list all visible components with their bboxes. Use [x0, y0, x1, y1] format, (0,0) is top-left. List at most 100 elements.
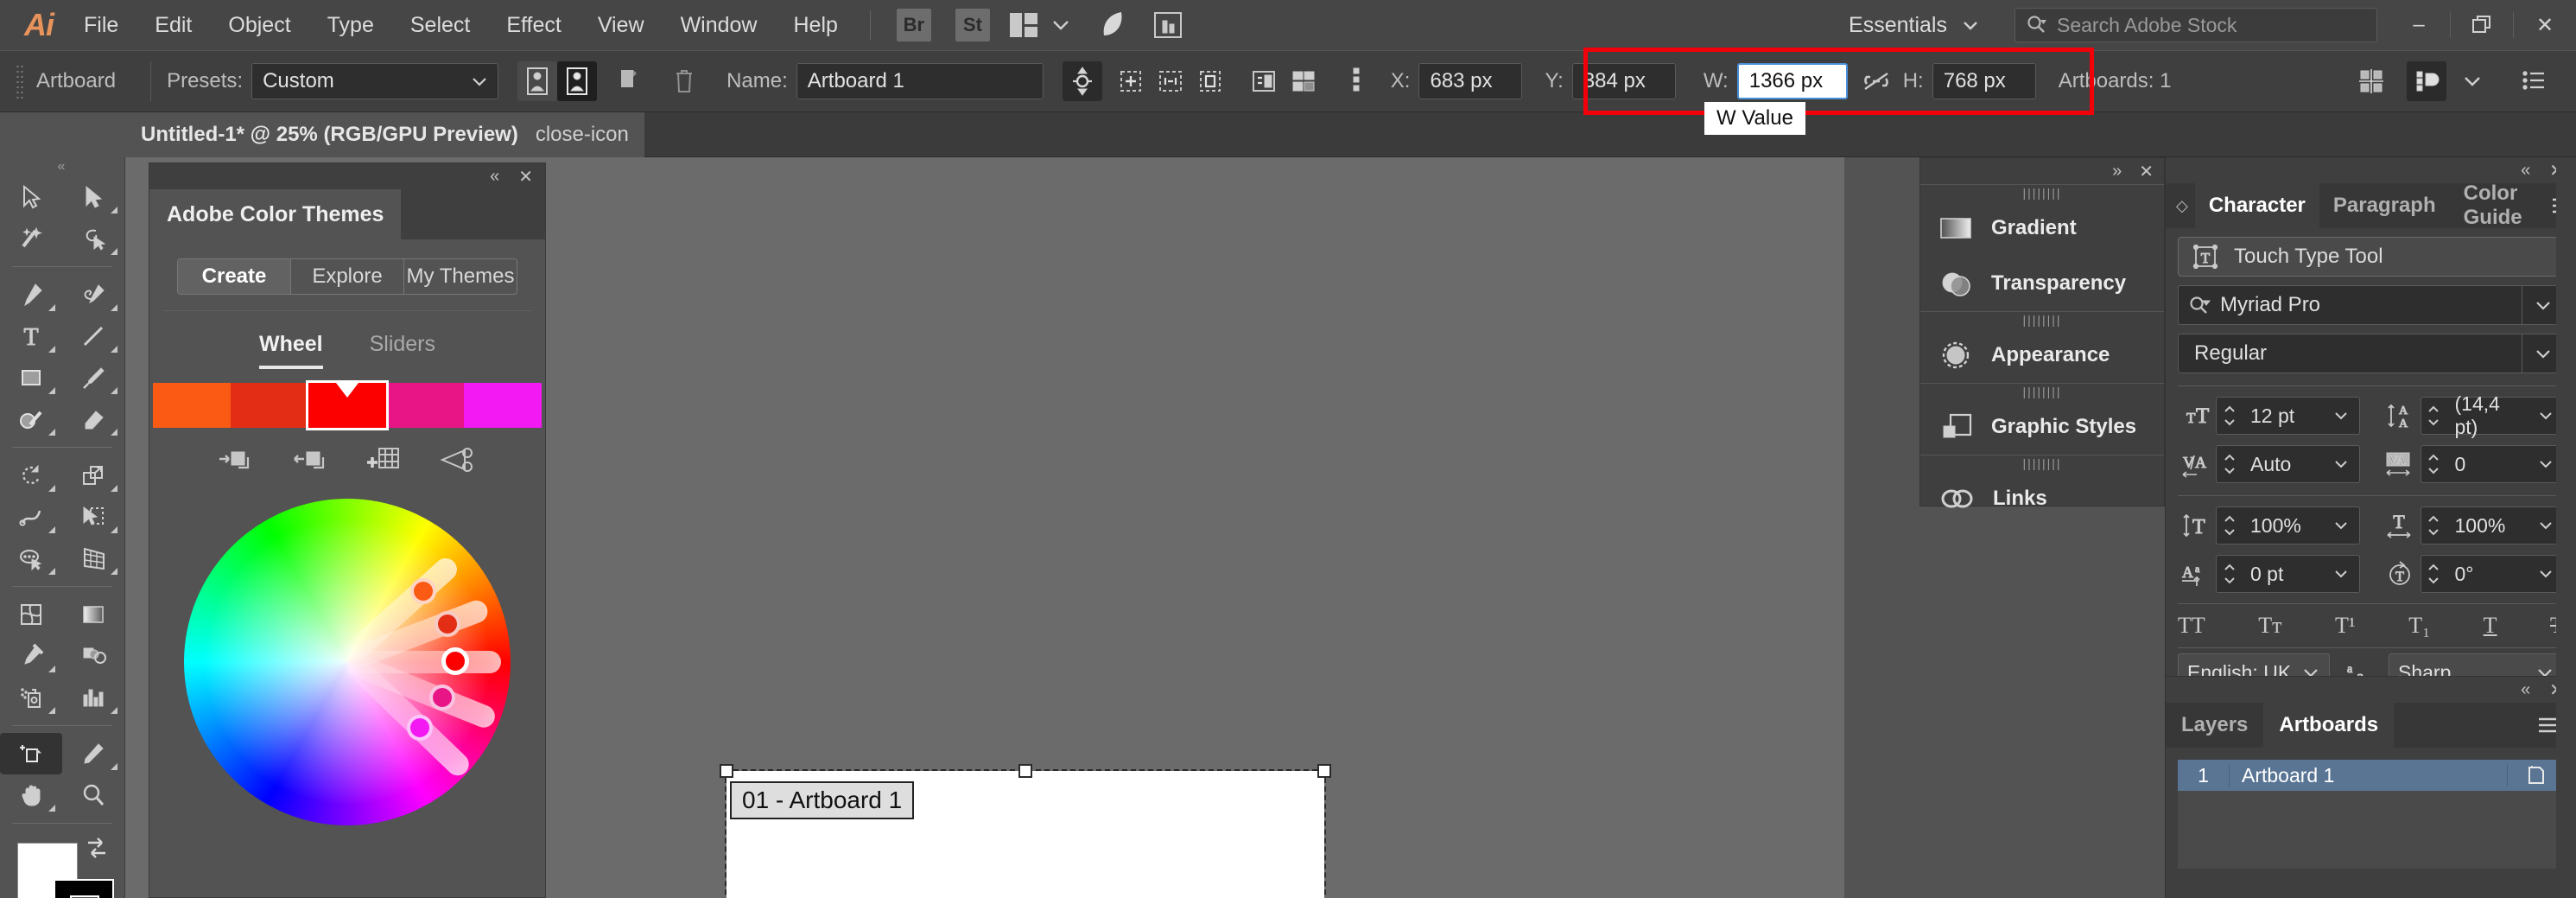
blend-tool[interactable]	[62, 635, 124, 677]
segment-create[interactable]: Create	[178, 259, 291, 294]
pen-tool[interactable]	[0, 274, 62, 315]
wheel-marker-2[interactable]	[435, 611, 460, 637]
tab-color-guide[interactable]: Color Guide	[2450, 182, 2536, 229]
direct-selection-tool[interactable]	[62, 176, 124, 218]
landscape-orientation-button[interactable]	[557, 61, 598, 101]
panel-links[interactable]: Links	[1920, 471, 2164, 526]
slice-tool[interactable]	[62, 733, 124, 774]
bridge-icon[interactable]: Br	[896, 9, 931, 41]
baseline-shift-dropdown[interactable]	[2323, 555, 2360, 593]
wheel-marker-4[interactable]	[429, 685, 455, 710]
panel-graphic-styles[interactable]: Graphic Styles	[1920, 399, 2164, 455]
subscript-icon[interactable]: T₁	[2408, 613, 2430, 639]
stock-icon[interactable]: St	[955, 9, 990, 41]
curvature-tool[interactable]	[62, 274, 124, 315]
vertical-scale-field[interactable]: T 100%	[2178, 506, 2360, 545]
baseline-shift-stepper[interactable]	[2216, 555, 2242, 593]
menu-help[interactable]: Help	[775, 0, 855, 50]
artboard-name-input[interactable]: Artboard 1	[796, 63, 1044, 99]
color-rule-icon[interactable]	[439, 445, 477, 476]
menu-effect[interactable]: Effect	[488, 0, 579, 50]
gradient-tool[interactable]	[62, 594, 124, 635]
toolbar-grip[interactable]: «	[0, 157, 124, 176]
panel-state-icon[interactable]: ◇	[2166, 183, 2195, 228]
document-setup-button[interactable]	[2514, 61, 2554, 101]
font-family-select[interactable]: Myriad Pro	[2178, 285, 2564, 325]
vertical-scale-stepper[interactable]	[2216, 506, 2242, 545]
theme-swatch-4[interactable]	[386, 383, 464, 428]
font-size-stepper[interactable]	[2216, 397, 2242, 435]
menu-select[interactable]: Select	[392, 0, 488, 50]
tab-wheel[interactable]: Wheel	[258, 332, 323, 369]
distribute-button[interactable]	[2407, 61, 2446, 101]
rectangle-tool[interactable]	[0, 357, 62, 398]
scale-tool[interactable]	[62, 455, 124, 496]
shaper-tool[interactable]	[0, 398, 62, 440]
all-caps-icon[interactable]: TT	[2178, 613, 2205, 639]
close-button[interactable]: ✕	[2514, 0, 2576, 50]
touch-type-tool-button[interactable]: T Touch Type Tool	[2178, 237, 2564, 277]
zoom-tool[interactable]	[62, 774, 124, 816]
panel-appearance[interactable]: Appearance	[1920, 328, 2164, 383]
tab-artboards[interactable]: Artboards	[2263, 703, 2395, 748]
wheel-marker-3-selected[interactable]	[441, 647, 469, 675]
presets-select[interactable]: Custom	[251, 63, 499, 99]
small-caps-icon[interactable]: Tᴛ	[2258, 613, 2281, 639]
align-button[interactable]	[2351, 61, 2391, 101]
baseline-shift-field[interactable]: A a 0 pt	[2178, 555, 2360, 593]
close-icon[interactable]: ✕	[2139, 161, 2154, 182]
tab-character[interactable]: Character	[2194, 183, 2319, 228]
home-screen-icon[interactable]	[1152, 10, 1183, 40]
wheel-marker-5[interactable]	[407, 715, 433, 741]
tab-paragraph[interactable]: Paragraph	[2319, 183, 2450, 228]
line-segment-tool[interactable]	[62, 315, 124, 357]
menu-type[interactable]: Type	[309, 0, 392, 50]
tracking-field[interactable]: VA 0	[2382, 445, 2564, 483]
menu-view[interactable]: View	[580, 0, 663, 50]
hand-tool[interactable]	[0, 774, 62, 816]
leading-field[interactable]: A A (14,4 pt)	[2382, 392, 2564, 438]
artboard-list-body[interactable]	[2178, 791, 2564, 869]
theme-swatch-5[interactable]	[464, 383, 542, 428]
rotate-tool[interactable]	[0, 455, 62, 496]
magic-wand-tool[interactable]	[0, 218, 62, 259]
artboard-handle-tr[interactable]	[1317, 764, 1331, 778]
workspace-switcher[interactable]: Essentials	[1849, 0, 1980, 50]
constrain-proportions-button[interactable]	[1856, 61, 1896, 101]
expand-icon[interactable]: »	[2112, 162, 2122, 182]
symbol-sprayer-tool[interactable]	[0, 677, 62, 718]
illustrator-leaf-icon[interactable]	[1095, 10, 1130, 41]
new-artboard-button[interactable]	[1111, 61, 1151, 101]
width-tool[interactable]	[0, 496, 62, 538]
panel-grip[interactable]: ||||||||	[1920, 384, 2164, 399]
y-input[interactable]: 384 px	[1571, 63, 1676, 99]
tracking-stepper[interactable]	[2420, 445, 2446, 483]
arrange-documents-button[interactable]	[1009, 12, 1071, 38]
h-input[interactable]: 768 px	[1932, 63, 2036, 99]
selection-tool[interactable]	[0, 176, 62, 218]
x-input[interactable]: 683 px	[1418, 63, 1523, 99]
collapse-icon[interactable]: «	[490, 167, 499, 187]
font-size-dropdown[interactable]	[2323, 397, 2360, 435]
horizontal-scale-stepper[interactable]	[2420, 506, 2446, 545]
shape-builder-tool[interactable]	[0, 538, 62, 579]
menu-object[interactable]: Object	[210, 0, 308, 50]
restore-button[interactable]	[2451, 0, 2513, 50]
artboard-options-button[interactable]	[609, 61, 649, 101]
theme-swatch-2[interactable]	[231, 383, 308, 428]
move-copy-artwork-button[interactable]	[1062, 61, 1102, 101]
paintbrush-tool[interactable]	[62, 357, 124, 398]
perspective-grid-tool[interactable]	[62, 538, 124, 579]
font-size-field[interactable]: TT 12 pt	[2178, 397, 2360, 435]
character-rotation-field[interactable]: T 0°	[2382, 555, 2564, 593]
document-tab[interactable]: Untitled-1* @ 25% (RGB/GPU Preview) clos…	[125, 112, 644, 157]
mesh-tool[interactable]	[0, 594, 62, 635]
panel-grip[interactable]: ||||||||	[1920, 185, 2164, 201]
search-input[interactable]: Search Adobe Stock	[2014, 8, 2377, 42]
add-to-swatches-icon[interactable]	[367, 445, 402, 476]
kerning-stepper[interactable]	[2216, 445, 2242, 483]
wheel-marker-1[interactable]	[410, 578, 436, 604]
reference-point-button[interactable]	[1339, 61, 1379, 101]
swap-fill-stroke-icon[interactable]	[83, 836, 114, 862]
artboard-list-button[interactable]	[1244, 61, 1284, 101]
